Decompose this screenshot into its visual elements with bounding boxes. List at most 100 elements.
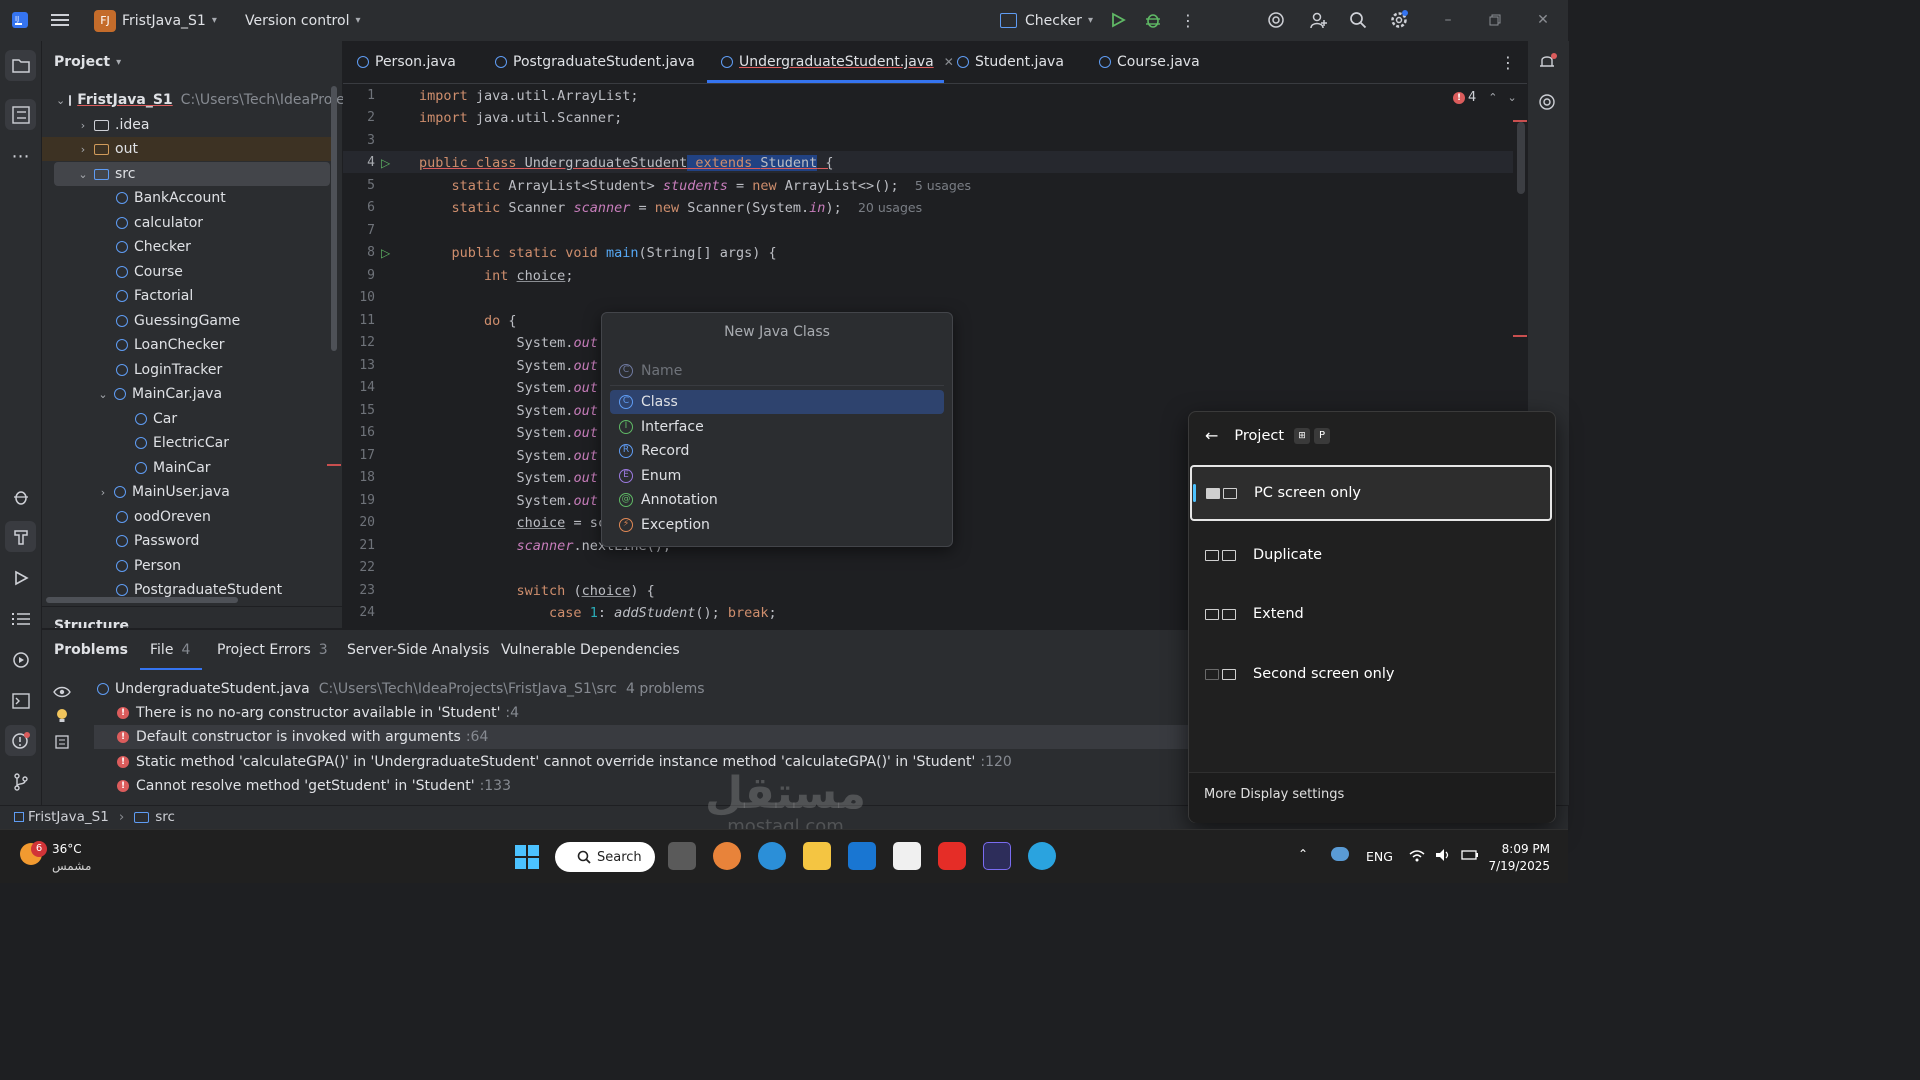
- main-menu-icon[interactable]: [50, 10, 70, 30]
- run-config-selector[interactable]: Checker ▾: [1000, 0, 1093, 41]
- problem-item[interactable]: ! There is no no-arg constructor availabl…: [117, 701, 519, 725]
- preview-icon[interactable]: [52, 732, 72, 752]
- popup-item-class[interactable]: C Class: [610, 390, 944, 414]
- tree-item-out[interactable]: › out: [42, 137, 332, 161]
- tab-problems[interactable]: Problems: [54, 630, 128, 670]
- tab-file[interactable]: File 4: [150, 630, 190, 670]
- popup-item-interface[interactable]: I Interface: [610, 415, 944, 439]
- tree-item-class[interactable]: Course: [116, 260, 183, 284]
- youtube-icon[interactable]: [938, 842, 966, 870]
- ai-chat-icon[interactable]: [1538, 93, 1558, 113]
- run-gutter-icon[interactable]: ▷: [381, 242, 390, 264]
- chevron-up-icon[interactable]: ⌃: [1298, 847, 1308, 861]
- search-icon[interactable]: [1348, 10, 1368, 30]
- tree-root[interactable]: ⌄ FristJava_S1 C:\Users\Tech\IdeaProje: [56, 88, 345, 112]
- tab-student[interactable]: Student.java: [957, 41, 1064, 83]
- horizontal-scrollbar[interactable]: [46, 597, 238, 603]
- git-tool-icon[interactable]: [5, 766, 36, 797]
- close-tab-icon[interactable]: ✕: [944, 55, 954, 69]
- tree-item-class[interactable]: LoanChecker: [116, 333, 225, 357]
- tree-item-class[interactable]: ElectricCar: [135, 431, 229, 455]
- notifications-icon[interactable]: [1538, 52, 1558, 72]
- start-icon[interactable]: [515, 845, 539, 873]
- minimize-icon[interactable]: –: [1438, 10, 1458, 30]
- telegram-icon[interactable]: [1028, 842, 1056, 870]
- problem-file-row[interactable]: UndergraduateStudent.java C:\Users\Tech\…: [97, 677, 705, 701]
- edge-browser-icon[interactable]: [758, 842, 786, 870]
- ai-assistant-icon[interactable]: [1266, 10, 1286, 30]
- copilot-icon[interactable]: [713, 842, 741, 870]
- tab-undergraduate-student[interactable]: UndergraduateStudent.java ✕: [721, 41, 954, 83]
- restore-icon[interactable]: [1485, 10, 1505, 30]
- outlook-icon[interactable]: [848, 842, 876, 870]
- problems-tool-icon[interactable]: [5, 725, 36, 756]
- tree-item-idea[interactable]: › .idea: [42, 113, 332, 137]
- file-explorer-icon[interactable]: [803, 842, 831, 870]
- intellij-taskbar-icon[interactable]: [983, 842, 1011, 870]
- tree-item-src[interactable]: ⌄ src: [54, 162, 330, 186]
- tree-item-class[interactable]: BankAccount: [116, 186, 226, 210]
- tab-postgraduate-student[interactable]: PostgraduateStudent.java: [495, 41, 695, 83]
- option-second-screen-only[interactable]: Second screen only: [1190, 646, 1552, 702]
- project-panel-title[interactable]: Project ▾: [54, 50, 121, 74]
- back-arrow-icon[interactable]: ←: [1205, 426, 1218, 445]
- tree-item-class[interactable]: Checker: [116, 235, 191, 259]
- tab-server-side-analysis[interactable]: Server-Side Analysis: [347, 630, 489, 670]
- more-tools-icon[interactable]: ⋯: [5, 141, 36, 172]
- tree-item-class[interactable]: Password: [116, 529, 199, 553]
- tree-item-class[interactable]: calculator: [116, 211, 203, 235]
- tab-course[interactable]: Course.java: [1099, 41, 1200, 83]
- project-tool-icon[interactable]: [5, 50, 36, 81]
- structure-panel-title[interactable]: Structure: [54, 617, 129, 628]
- clock[interactable]: 8:09 PM 7/19/2025: [1480, 841, 1550, 875]
- terminal-tool-icon[interactable]: [5, 685, 36, 716]
- breadcrumb-item[interactable]: src: [155, 809, 175, 825]
- option-duplicate[interactable]: Duplicate: [1190, 527, 1552, 583]
- task-view-icon[interactable]: [668, 842, 696, 870]
- intellij-logo-icon[interactable]: IJ: [10, 10, 30, 30]
- version-control-menu[interactable]: Version control ▾: [245, 0, 361, 41]
- taskbar-search[interactable]: Search: [555, 842, 655, 872]
- tree-item-class[interactable]: MainCar: [135, 456, 211, 480]
- tree-item-class[interactable]: Person: [116, 554, 181, 578]
- debug-tool-icon[interactable]: [5, 481, 36, 512]
- tree-item-class[interactable]: GuessingGame: [116, 309, 240, 333]
- inspection-widget[interactable]: ! 4 ⌃ ⌄: [1453, 90, 1517, 105]
- add-user-icon[interactable]: [1308, 10, 1328, 30]
- eye-icon[interactable]: [52, 682, 72, 702]
- settings-gear-icon[interactable]: [1389, 10, 1409, 30]
- chevron-up-icon[interactable]: ⌃: [1488, 91, 1497, 104]
- tree-item-class[interactable]: Factorial: [116, 284, 193, 308]
- breadcrumb-item[interactable]: FristJava_S1: [28, 809, 109, 825]
- services-tool-icon[interactable]: [5, 644, 36, 675]
- tree-item-class[interactable]: oodOreven: [116, 505, 211, 529]
- close-window-icon[interactable]: ✕: [1533, 10, 1553, 30]
- tab-options-icon[interactable]: ⋮: [1500, 41, 1516, 83]
- tab-person[interactable]: Person.java: [357, 41, 456, 83]
- run-icon[interactable]: [1108, 10, 1128, 30]
- popup-item-exception[interactable]: ⚡ Exception: [610, 513, 944, 537]
- tree-item-file[interactable]: › MainUser.java: [96, 480, 230, 504]
- language-indicator[interactable]: ENG: [1366, 849, 1393, 864]
- build-tool-icon[interactable]: [5, 521, 36, 552]
- tab-vulnerable-dependencies[interactable]: Vulnerable Dependencies: [501, 630, 680, 670]
- microsoft-store-icon[interactable]: [893, 842, 921, 870]
- run-gutter-icon[interactable]: ▷: [381, 152, 390, 174]
- vertical-scrollbar[interactable]: [331, 86, 337, 351]
- problem-item[interactable]: ! Default constructor is invoked with arg…: [117, 725, 488, 749]
- problem-item[interactable]: ! Cannot resolve method 'getStudent' in '…: [117, 774, 511, 798]
- popup-item-record[interactable]: R Record: [610, 439, 944, 463]
- more-display-settings-link[interactable]: More Display settings: [1204, 787, 1344, 802]
- tab-project-errors[interactable]: Project Errors 3: [217, 630, 328, 670]
- todo-tool-icon[interactable]: [5, 603, 36, 634]
- class-name-input[interactable]: C Name: [610, 357, 944, 386]
- option-pc-screen-only[interactable]: PC screen only: [1190, 465, 1552, 521]
- more-actions-icon[interactable]: ⋮: [1180, 10, 1196, 30]
- project-selector[interactable]: FJ FristJava_S1 ▾: [94, 0, 217, 41]
- option-extend[interactable]: Extend: [1190, 586, 1552, 642]
- onedrive-icon[interactable]: [1331, 847, 1349, 861]
- run-tool-icon[interactable]: [5, 562, 36, 593]
- popup-item-enum[interactable]: E Enum: [610, 464, 944, 488]
- popup-item-annotation[interactable]: @ Annotation: [610, 488, 944, 512]
- chevron-down-icon[interactable]: ⌄: [1508, 91, 1517, 104]
